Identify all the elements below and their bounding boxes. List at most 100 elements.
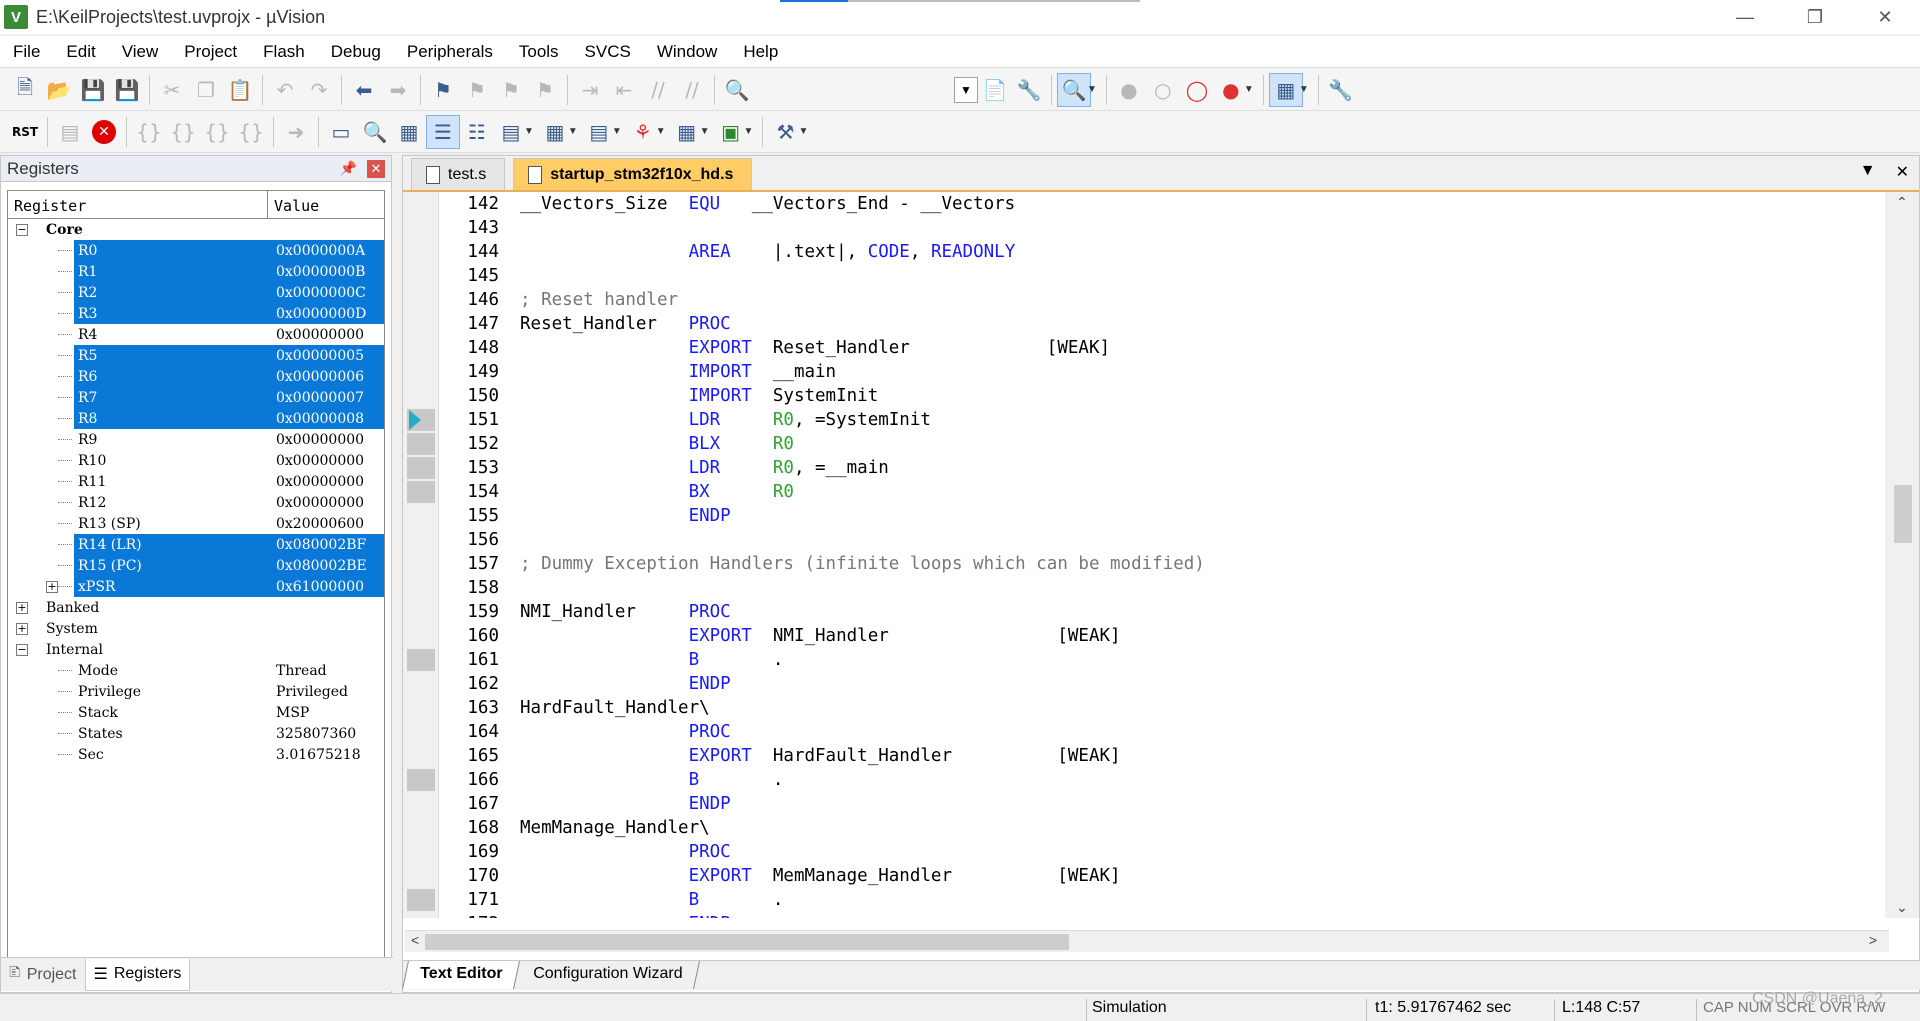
tab-list-icon[interactable]: ▼ — [1860, 162, 1876, 182]
editor-gutter[interactable] — [403, 192, 439, 918]
call-stack-window-icon[interactable]: ☷ — [460, 115, 494, 149]
register-value[interactable]: 0x0000000D — [276, 306, 366, 322]
close-panel-icon[interactable]: ✕ — [367, 159, 385, 178]
toolbox-icon[interactable]: ⚒ — [768, 115, 802, 149]
expand-icon[interactable]: + — [16, 622, 28, 635]
expand-icon[interactable]: + — [46, 580, 58, 593]
code-line[interactable]: 147 Reset_Handler PROC — [439, 312, 1883, 336]
register-row[interactable]: R15 (PC) 0x080002BE — [8, 555, 384, 576]
code-line[interactable]: 159 NMI_Handler PROC — [439, 600, 1883, 624]
code-line[interactable]: 164 PROC — [439, 720, 1883, 744]
run-to-cursor-icon[interactable]: {} — [234, 115, 268, 149]
register-value[interactable]: 0x080002BE — [276, 558, 367, 574]
code-line[interactable]: 154 BX R0 — [439, 480, 1883, 504]
code-line[interactable]: 153 LDR R0, =__main — [439, 456, 1883, 480]
banked-group[interactable]: + Banked — [8, 597, 384, 618]
breakpoint-disable-icon[interactable]: ○ — [1146, 73, 1180, 107]
register-value[interactable]: 0x00000006 — [276, 369, 364, 385]
find-icon[interactable]: 📄 — [978, 73, 1012, 107]
analysis-window-icon[interactable]: ⚘ — [626, 115, 660, 149]
code-line[interactable]: 167 ENDP — [439, 792, 1883, 816]
tab-test-s[interactable]: test.s — [411, 158, 506, 190]
register-value[interactable]: 0x080002BF — [276, 537, 366, 553]
register-value[interactable]: 0x0000000A — [276, 243, 365, 259]
code-area[interactable]: 142 __Vectors_Size EQU __Vectors_End - __… — [439, 192, 1883, 918]
menu-peripherals[interactable]: Peripherals — [394, 42, 506, 62]
pin-icon[interactable]: 📌 — [340, 160, 357, 177]
symbols-window-icon[interactable]: ▦ — [392, 115, 426, 149]
stop-icon[interactable]: ✕ — [87, 115, 121, 149]
code-line[interactable]: 163 HardFault_Handler\ — [439, 696, 1883, 720]
internal-group[interactable]: − Internal — [8, 639, 384, 660]
code-line[interactable]: 170 EXPORT MemManage_Handler [WEAK] — [439, 864, 1883, 888]
minimize-button[interactable]: — — [1710, 0, 1780, 34]
menu-project[interactable]: Project — [171, 42, 250, 62]
register-column-header[interactable]: Register — [8, 191, 268, 218]
unindent-icon[interactable]: ⇤ — [607, 73, 641, 107]
register-row[interactable]: R13 (SP) 0x20000600 — [8, 513, 384, 534]
code-line[interactable]: 156 — [439, 528, 1883, 552]
run-icon[interactable]: ▤ — [53, 115, 87, 149]
find-select[interactable]: ▼ — [954, 76, 978, 103]
internal-row[interactable]: Privilege Privileged — [8, 681, 384, 702]
register-value[interactable]: 0x00000000 — [276, 474, 364, 490]
register-value[interactable]: 0x00000000 — [276, 327, 364, 343]
code-line[interactable]: 171 B . — [439, 888, 1883, 912]
menu-svcs[interactable]: SVCS — [572, 42, 644, 62]
save-icon[interactable]: 💾 — [76, 73, 110, 107]
horizontal-scroll-thumb[interactable] — [425, 934, 1069, 950]
new-file-icon[interactable]: 🗎 — [8, 73, 42, 107]
internal-row[interactable]: Stack MSP — [8, 702, 384, 723]
menu-debug[interactable]: Debug — [318, 42, 394, 62]
indent-icon[interactable]: ⇥ — [573, 73, 607, 107]
code-line[interactable]: 148 EXPORT Reset_Handler [WEAK] — [439, 336, 1883, 360]
code-line[interactable]: 149 IMPORT __main — [439, 360, 1883, 384]
close-tab-icon[interactable]: ✕ — [1896, 162, 1909, 182]
value-column-header[interactable]: Value — [268, 191, 325, 218]
register-row[interactable]: R7 0x00000007 — [8, 387, 384, 408]
register-value[interactable]: 0x00000007 — [276, 390, 364, 406]
window-layout-icon[interactable]: ▦ — [1268, 72, 1303, 107]
configure-icon[interactable]: 🔧 — [1324, 73, 1358, 107]
copy-icon[interactable]: ❐ — [189, 73, 223, 107]
step-over-icon[interactable]: {} — [166, 115, 200, 149]
disassembly-window-icon[interactable]: 🔍 — [358, 115, 392, 149]
internal-row[interactable]: Mode Thread — [8, 660, 384, 681]
step-out-icon[interactable]: {} — [200, 115, 234, 149]
register-row[interactable]: R14 (LR) 0x080002BF — [8, 534, 384, 555]
code-line[interactable]: 145 — [439, 264, 1883, 288]
code-line[interactable]: 161 B . — [439, 648, 1883, 672]
breakpoint-insert-icon[interactable]: ● — [1112, 73, 1146, 107]
register-row[interactable]: R2 0x0000000C — [8, 282, 384, 303]
scroll-down-icon[interactable]: ⌄ — [1885, 899, 1919, 916]
register-value[interactable]: 0x20000600 — [276, 516, 364, 532]
code-line[interactable]: 146 ; Reset handler — [439, 288, 1883, 312]
browse-icon[interactable]: 🔧 — [1012, 73, 1046, 107]
register-value[interactable]: 0x0000000B — [276, 264, 365, 280]
debug-session-icon[interactable]: 🔍 — [1057, 72, 1091, 107]
register-value[interactable]: 0x61000000 — [276, 579, 364, 595]
nav-back-icon[interactable]: ⬅ — [347, 73, 381, 107]
register-row[interactable]: R5 0x00000005 — [8, 345, 384, 366]
breakpoint-disable-all-icon[interactable]: ◯ — [1180, 73, 1214, 107]
vertical-scrollbar[interactable]: ⌃ ⌄ — [1885, 192, 1919, 918]
code-line[interactable]: 172 ENDP — [439, 912, 1883, 918]
collapse-icon[interactable]: − — [16, 643, 28, 656]
expand-icon[interactable]: + — [16, 601, 28, 614]
nav-forward-icon[interactable]: ➡ — [381, 73, 415, 107]
internal-row[interactable]: States 325807360 — [8, 723, 384, 744]
register-value[interactable]: 0x00000000 — [276, 453, 364, 469]
scroll-left-icon[interactable]: < — [411, 932, 419, 948]
step-into-icon[interactable]: {} — [132, 115, 166, 149]
code-line[interactable]: 155 ENDP — [439, 504, 1883, 528]
tab-text-editor[interactable]: Text Editor — [402, 961, 521, 989]
code-line[interactable]: 157 ; Dummy Exception Handlers (infinite … — [439, 552, 1883, 576]
register-row[interactable]: R4 0x00000000 — [8, 324, 384, 345]
code-line[interactable]: 166 B . — [439, 768, 1883, 792]
register-value[interactable]: 0x00000005 — [276, 348, 364, 364]
register-row[interactable]: R3 0x0000000D — [8, 303, 384, 324]
menu-window[interactable]: Window — [644, 42, 730, 62]
menu-flash[interactable]: Flash — [250, 42, 318, 62]
code-line[interactable]: 152 BLX R0 — [439, 432, 1883, 456]
restore-button[interactable]: ❐ — [1780, 0, 1850, 34]
